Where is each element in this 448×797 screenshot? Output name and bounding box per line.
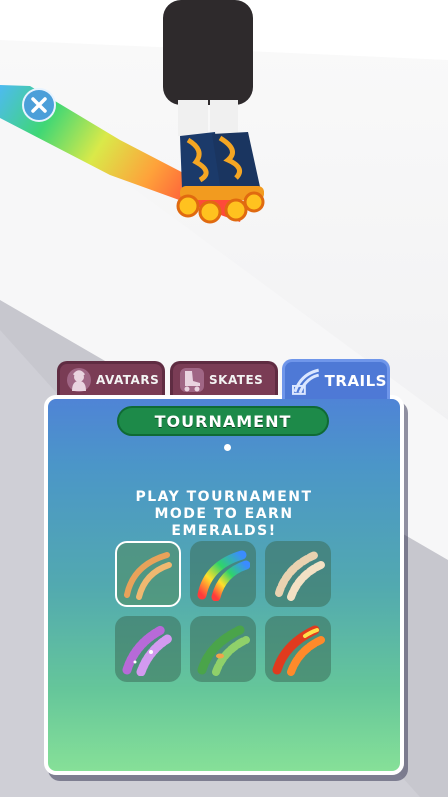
tab-trails[interactable]: TRAILS <box>282 359 390 399</box>
sand-trail-icon <box>275 551 325 601</box>
page-indicator-dot <box>224 444 231 451</box>
trail-item-fire[interactable] <box>265 616 331 682</box>
tab-avatars-label: AVATARS <box>96 372 160 387</box>
rainbow-trail-icon <box>197 550 250 601</box>
tab-skates[interactable]: SKATES <box>170 361 278 395</box>
purple-sparkle-trail-icon <box>122 625 174 676</box>
trail-item-rainbow[interactable] <box>190 541 256 607</box>
trail-icon <box>291 368 320 395</box>
tab-avatars[interactable]: AVATARS <box>57 361 165 395</box>
message-line-1: PLAY TOURNAMENT <box>135 489 313 505</box>
message-line-2: MODE TO EARN <box>154 506 294 522</box>
avatar-icon <box>67 367 91 392</box>
tournament-label: TOURNAMENT <box>154 411 292 431</box>
message-line-3: EMERALDS! <box>171 523 277 539</box>
tab-trails-label: TRAILS <box>324 371 387 390</box>
skater-pants <box>163 0 253 105</box>
classic-trail-icon <box>124 552 172 600</box>
trail-item-classic[interactable] <box>115 541 181 607</box>
trail-item-leaf[interactable] <box>190 616 256 682</box>
close-button[interactable] <box>22 88 56 122</box>
trail-item-sand[interactable] <box>265 541 331 607</box>
trails-panel: TOURNAMENT PLAY TOURNAMENT MODE TO EARN … <box>44 395 404 775</box>
fire-trail-icon <box>272 625 325 676</box>
skate-icon <box>180 367 204 392</box>
close-icon <box>31 97 47 113</box>
tournament-button[interactable]: TOURNAMENT <box>117 406 329 436</box>
tab-skates-label: SKATES <box>209 372 264 387</box>
leaf-trail-icon <box>197 625 250 676</box>
trail-item-purple-sparkle[interactable] <box>115 616 181 682</box>
